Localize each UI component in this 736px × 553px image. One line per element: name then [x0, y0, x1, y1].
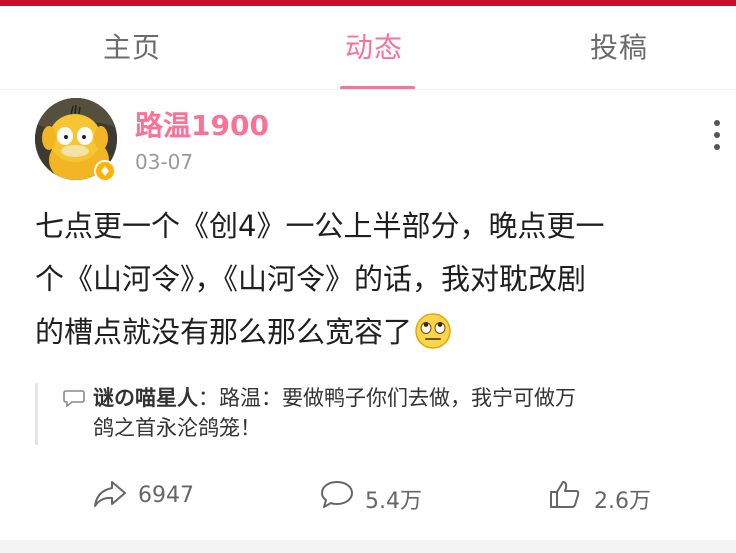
reply-preview[interactable]: 谜の喵星人：路温：要做鸭子你们去做，我宁可做万 鸽之首永沦鸽笼！ — [35, 383, 725, 445]
comment-icon — [321, 481, 353, 508]
eye-roll-emoji-icon — [414, 312, 452, 367]
tab-submissions[interactable]: 投稿 — [590, 26, 648, 66]
share-icon — [94, 481, 126, 507]
reply-text: 谜の喵星人：路温：要做鸭子你们去做，我宁可做万 鸽之首永沦鸽笼！ — [93, 383, 718, 443]
thumbs-up-icon — [550, 481, 580, 508]
reply-body: 路温：要做鸭子你们去做，我宁可做万 — [219, 386, 576, 410]
tab-bar: 主页 动态 投稿 — [0, 6, 736, 90]
reply-body: 鸽之首永沦鸽笼！ — [93, 416, 261, 440]
comment-count: 5.4万 — [365, 489, 422, 514]
comment-bubble-icon — [63, 390, 85, 408]
post-date: 03-07 — [135, 150, 194, 174]
post-text-line: 的槽点就没有那么那么宽容了 — [35, 306, 725, 367]
section-separator — [0, 540, 736, 553]
reply-separator: ： — [198, 386, 219, 410]
divider — [0, 89, 736, 90]
tab-home[interactable]: 主页 — [103, 26, 161, 66]
tab-dynamics[interactable]: 动态 — [345, 26, 403, 66]
author-name[interactable]: 路温1900 — [135, 104, 269, 144]
verified-badge-icon — [94, 160, 116, 182]
post-content: 七点更一个《创4》一公上半部分，晚点更一 个《山河令》，《山河令》的话，我对耽改… — [35, 200, 725, 367]
post-text-line: 七点更一个《创4》一公上半部分，晚点更一 — [35, 209, 605, 243]
reply-username[interactable]: 谜の喵星人 — [93, 386, 198, 410]
post-actions: 6947 5.4万 2.6万 — [0, 475, 736, 519]
more-options-icon[interactable] — [705, 118, 729, 152]
share-count: 6947 — [138, 483, 194, 508]
like-count: 2.6万 — [594, 489, 651, 514]
post-text-line: 个《山河令》，《山河令》的话，我对耽改剧 — [35, 262, 587, 296]
